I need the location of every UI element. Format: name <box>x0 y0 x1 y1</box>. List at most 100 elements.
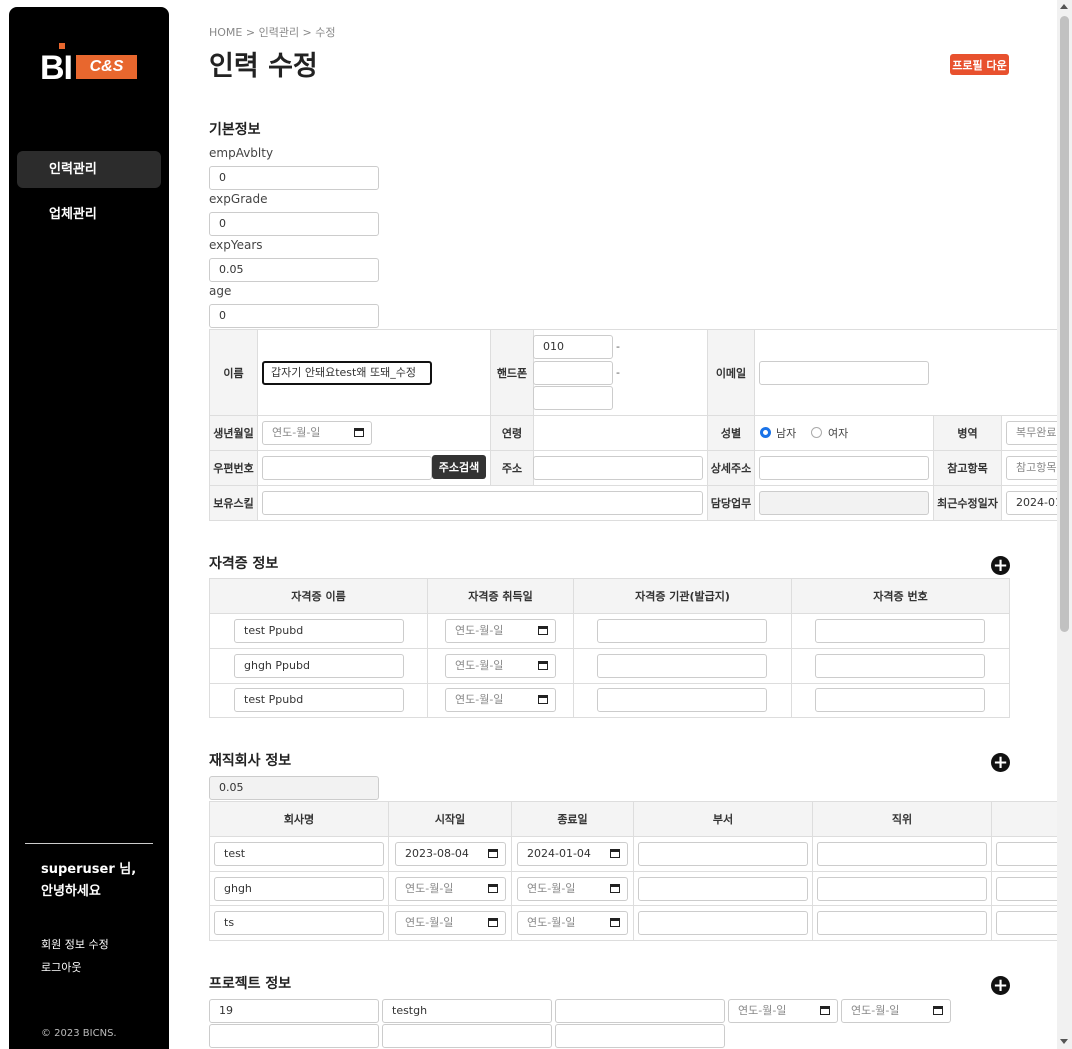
company-start-input[interactable]: 연도-월-일 <box>395 877 506 901</box>
calendar-icon[interactable] <box>538 695 548 704</box>
address-search-button[interactable]: 주소검색 <box>432 455 486 479</box>
date-placeholder: 연도-월-일 <box>405 882 454 895</box>
calendar-icon[interactable] <box>538 626 548 635</box>
address-detail-label: 상세주소 <box>708 451 754 485</box>
sidebar-item-staff[interactable]: 인력관리 <box>17 151 161 188</box>
grid-line <box>427 578 428 718</box>
phone-middle-input[interactable] <box>533 361 613 385</box>
cert-number-input[interactable] <box>815 688 985 712</box>
company-extra-input[interactable] <box>996 842 1066 866</box>
updated-label: 최근수정일자 <box>934 486 1001 520</box>
calendar-icon[interactable] <box>933 1006 943 1015</box>
company-end-input[interactable]: 연도-월-일 <box>517 877 628 901</box>
project-name-input[interactable]: testgh <box>382 999 552 1023</box>
scroll-up-arrow[interactable] <box>1060 4 1068 9</box>
company-name-input[interactable]: ts <box>214 911 384 935</box>
company-start-input[interactable]: 2023-08-04 <box>395 842 506 866</box>
add-cert-icon[interactable]: + <box>991 556 1010 575</box>
age-input[interactable]: 0 <box>209 304 379 328</box>
cert-header-number: 자격증 번호 <box>792 579 1009 613</box>
company-position-input[interactable] <box>817 842 987 866</box>
breadcrumb: HOME > 인력관리 > 수정 <box>209 26 336 39</box>
calendar-icon[interactable] <box>820 1006 830 1015</box>
company-dept-input[interactable] <box>638 877 808 901</box>
cert-date-input[interactable]: 연도-월-일 <box>445 654 556 678</box>
grid-line <box>209 329 1057 330</box>
calendar-icon[interactable] <box>488 918 498 927</box>
cert-number-input[interactable] <box>815 619 985 643</box>
calendar-icon[interactable] <box>538 661 548 670</box>
birth-label: 생년월일 <box>210 416 257 450</box>
email-input[interactable] <box>759 361 929 385</box>
project-field-input[interactable] <box>382 1024 552 1048</box>
date-placeholder: 연도-월-일 <box>405 916 454 929</box>
cert-date-input[interactable]: 연도-월-일 <box>445 688 556 712</box>
edit-profile-link[interactable]: 회원 정보 수정 <box>41 936 109 952</box>
calendar-icon[interactable] <box>488 884 498 893</box>
company-header-extra <box>992 802 1057 836</box>
cert-org-input[interactable] <box>597 654 767 678</box>
birth-date-input[interactable]: 연도-월-일 <box>262 421 372 445</box>
grid-line <box>933 415 934 521</box>
cert-date-input[interactable]: 연도-월-일 <box>445 619 556 643</box>
company-end-input[interactable]: 연도-월-일 <box>517 911 628 935</box>
cert-name-input[interactable]: ghgh Ppubd <box>234 654 404 678</box>
name-input[interactable]: 갑자기 안돼요test왜 또돼_수정 <box>262 361 432 385</box>
address-input[interactable] <box>533 456 703 480</box>
phone-first-input[interactable]: 010 <box>533 335 613 359</box>
cert-org-input[interactable] <box>597 688 767 712</box>
age-label: age <box>209 284 232 298</box>
skill-input[interactable] <box>262 491 703 515</box>
cert-number-input[interactable] <box>815 654 985 678</box>
company-position-input[interactable] <box>817 877 987 901</box>
address-detail-input[interactable] <box>759 456 929 480</box>
company-end-input[interactable]: 2024-01-04 <box>517 842 628 866</box>
company-dept-input[interactable] <box>638 911 808 935</box>
cert-name-input[interactable]: test Ppubd <box>234 688 404 712</box>
company-extra-input[interactable] <box>996 911 1066 935</box>
calendar-icon[interactable] <box>610 849 620 858</box>
address-label: 주소 <box>491 451 533 485</box>
page-title: 인력 수정 <box>209 51 318 82</box>
logo-subtitle: C&S <box>76 55 137 79</box>
gender-male-radio[interactable] <box>760 427 771 438</box>
calendar-icon[interactable] <box>488 849 498 858</box>
project-field-input[interactable] <box>555 1024 725 1048</box>
exp-years-input[interactable]: 0.05 <box>209 258 379 282</box>
grid-line <box>490 329 491 486</box>
company-name-input[interactable]: test <box>214 842 384 866</box>
grid-line <box>209 613 1010 614</box>
company-name-input[interactable]: ghgh <box>214 877 384 901</box>
scroll-down-arrow[interactable] <box>1060 1039 1068 1044</box>
duty-input <box>759 491 929 515</box>
logout-link[interactable]: 로그아웃 <box>41 959 81 975</box>
calendar-icon[interactable] <box>610 918 620 927</box>
sidebar-item-company[interactable]: 업체관리 <box>17 196 161 233</box>
project-field-input[interactable] <box>555 999 725 1023</box>
exp-grade-input[interactable]: 0 <box>209 212 379 236</box>
company-start-input[interactable]: 연도-월-일 <box>395 911 506 935</box>
zip-input[interactable] <box>262 456 432 480</box>
gender-female-radio[interactable] <box>811 427 822 438</box>
add-project-icon[interactable]: + <box>991 976 1010 995</box>
cert-name-input[interactable]: test Ppubd <box>234 619 404 643</box>
calendar-icon[interactable] <box>610 884 620 893</box>
project-end-input[interactable]: 연도-월-일 <box>841 999 951 1023</box>
user-name: superuser 님, <box>41 862 137 877</box>
emp-avblty-input[interactable]: 0 <box>209 166 379 190</box>
scrollbar-thumb[interactable] <box>1060 16 1069 632</box>
project-field-input[interactable] <box>209 1024 379 1048</box>
company-position-input[interactable] <box>817 911 987 935</box>
company-dept-input[interactable] <box>638 842 808 866</box>
add-company-icon[interactable]: + <box>991 753 1010 772</box>
project-number-input[interactable]: 19 <box>209 999 379 1023</box>
zip-label: 우편번호 <box>210 451 257 485</box>
project-start-input[interactable]: 연도-월-일 <box>728 999 838 1023</box>
company-extra-input[interactable] <box>996 877 1066 901</box>
age-cell-label: 연령 <box>491 416 533 450</box>
cert-org-input[interactable] <box>597 619 767 643</box>
cert-header-org: 자격증 기관(발급지) <box>574 579 791 613</box>
phone-last-input[interactable] <box>533 386 613 410</box>
profile-download-button[interactable]: 프로필 다운 <box>950 54 1009 75</box>
calendar-icon[interactable] <box>354 428 364 437</box>
